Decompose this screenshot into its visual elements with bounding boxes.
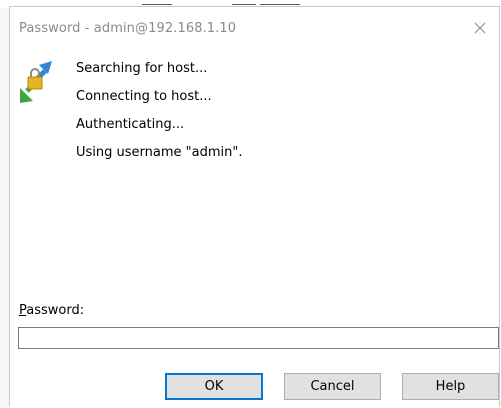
status-line: Connecting to host... (76, 89, 212, 104)
close-button[interactable] (467, 15, 493, 41)
help-button[interactable]: Help (402, 373, 499, 400)
window-title: Password - admin@192.168.1.10 (19, 21, 237, 36)
background-fragment-3 (260, 0, 300, 5)
close-icon (474, 22, 486, 34)
status-line: Authenticating... (76, 117, 185, 132)
background-fragment-2 (232, 0, 256, 5)
password-label: Password: (19, 303, 84, 318)
status-line: Searching for host... (76, 61, 208, 76)
background-fragment-1 (142, 0, 172, 5)
host-connection-icon (19, 57, 52, 107)
cancel-button[interactable]: Cancel (284, 373, 381, 400)
password-label-text: assword: (26, 303, 85, 318)
title-bar[interactable]: Password - admin@192.168.1.10 (10, 7, 499, 51)
status-messages: Searching for host... Connecting to host… (76, 60, 242, 172)
status-line: Using username "admin". (76, 145, 243, 160)
ok-button[interactable]: OK (165, 373, 263, 400)
background-window-edge (0, 0, 9, 408)
password-field[interactable] (18, 327, 499, 349)
password-dialog: Password - admin@192.168.1.10 Searching … (9, 6, 500, 407)
